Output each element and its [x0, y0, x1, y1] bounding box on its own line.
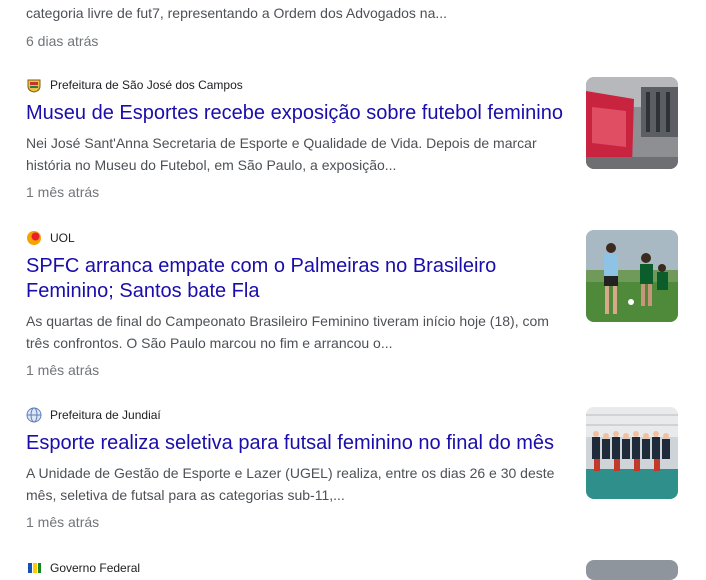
result-date: 1 mês atrás	[26, 184, 100, 200]
result-snippet: As quartas de final do Campeonato Brasil…	[26, 313, 549, 351]
source-name: Prefeitura de São José dos Campos	[50, 78, 243, 92]
result-source[interactable]: UOL	[26, 229, 678, 247]
uol-logo-icon	[26, 230, 42, 246]
source-name: Governo Federal	[50, 561, 141, 575]
source-name: UOL	[50, 231, 75, 245]
result-thumbnail[interactable]	[586, 560, 678, 580]
search-result[interactable]: Prefeitura de Jundiaí Esporte realiza se…	[26, 406, 678, 532]
result-date: 1 mês atrás	[26, 362, 100, 378]
globe-icon	[26, 407, 42, 423]
result-snippet: Nei José Sant'Anna Secretaria de Esporte…	[26, 135, 537, 173]
result-thumbnail[interactable]	[586, 407, 678, 499]
search-result[interactable]: Governo Federal	[26, 559, 678, 580]
result-date: 1 mês atrás	[26, 514, 100, 530]
search-result: categoria livre de fut7, representando a…	[26, 2, 678, 51]
result-snippet: categoria livre de fut7, representando a…	[26, 5, 448, 21]
result-title-link[interactable]: Museu de Esportes recebe exposição sobre…	[26, 101, 571, 126]
result-source[interactable]: Prefeitura de Jundiaí	[26, 406, 678, 424]
result-thumbnail[interactable]	[586, 230, 678, 322]
result-source[interactable]: Governo Federal	[26, 559, 678, 577]
result-title-link[interactable]: SPFC arranca empate com o Palmeiras no B…	[26, 254, 571, 304]
result-thumbnail[interactable]	[586, 77, 678, 169]
result-date: 6 dias atrás	[26, 33, 99, 49]
gov-logo-icon	[26, 560, 42, 576]
result-source[interactable]: Prefeitura de São José dos Campos	[26, 76, 678, 94]
result-snippet: A Unidade de Gestão de Esporte e Lazer (…	[26, 465, 555, 503]
city-crest-icon	[26, 77, 42, 93]
search-result[interactable]: UOL SPFC arranca empate com o Palmeiras …	[26, 229, 678, 380]
search-result[interactable]: Prefeitura de São José dos Campos Museu …	[26, 76, 678, 202]
result-title-link[interactable]: Esporte realiza seletiva para futsal fem…	[26, 431, 571, 456]
source-name: Prefeitura de Jundiaí	[50, 408, 161, 422]
